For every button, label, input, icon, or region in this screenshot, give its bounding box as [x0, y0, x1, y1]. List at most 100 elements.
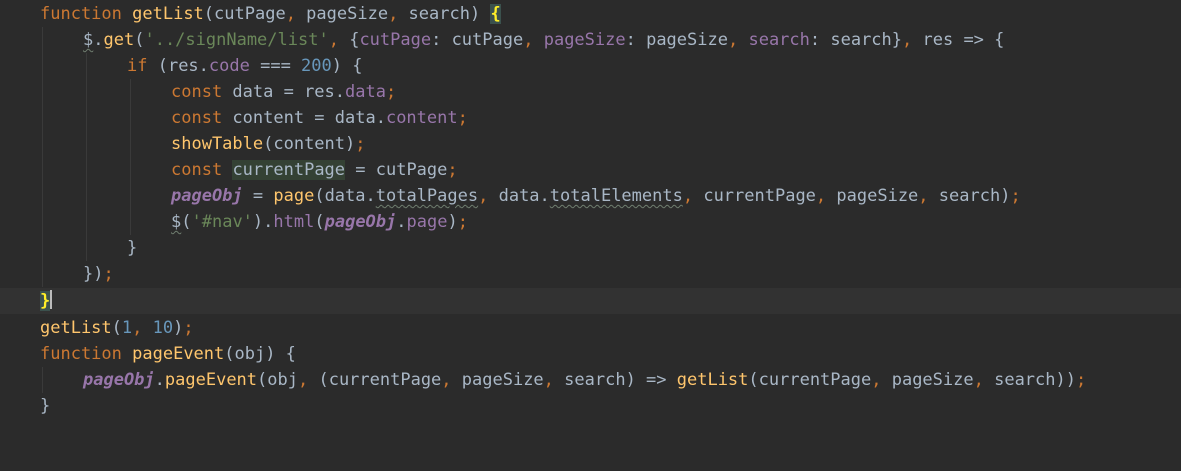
function-call: getList	[40, 318, 112, 338]
jquery-symbol: $	[171, 212, 182, 232]
code-token: content = data.	[222, 108, 386, 128]
code-token: : pageSize	[625, 30, 728, 50]
semicolon-token: ;	[457, 108, 468, 128]
comma-token: ,	[871, 370, 882, 390]
code-token: pageSize	[295, 4, 389, 24]
code-line-8[interactable]: pageObj = page(data.totalPages, data.tot…	[0, 183, 1181, 209]
object-key: search	[748, 30, 810, 50]
code-token: (cutPage	[203, 4, 286, 24]
code-line-2[interactable]: $.get('../signName/list', {cutPage: cutP…	[0, 27, 1181, 53]
code-token: .	[154, 370, 165, 390]
keyword-const: const	[171, 160, 223, 180]
code-token: data = res.	[222, 82, 346, 102]
comma-token: ,	[682, 186, 694, 206]
comma-token: ,	[902, 30, 913, 50]
comma-token: ,	[132, 318, 143, 338]
indent-guide	[86, 105, 87, 131]
comma-token: ,	[478, 186, 489, 206]
unresolved-property: totalPages	[375, 186, 479, 206]
code-token: (obj	[257, 370, 298, 390]
indent-guide	[42, 157, 43, 183]
code-token: (	[314, 212, 325, 232]
indent-guide	[86, 79, 87, 105]
comma-token: ,	[388, 4, 399, 24]
function-name: getList	[132, 4, 204, 24]
string-literal: '../signName/list'	[144, 30, 329, 50]
code-token: (	[111, 318, 122, 338]
code-token: search) =>	[553, 370, 677, 390]
indent-guide	[42, 131, 43, 157]
function-call: showTable	[171, 134, 264, 154]
comma-token: ,	[815, 186, 827, 206]
semicolon-token: ;	[183, 318, 194, 338]
comma-token: ,	[297, 370, 309, 390]
code-token: currentPage	[693, 186, 816, 206]
comma-token: ,	[973, 370, 984, 390]
highlighted-identifier: currentPage	[232, 160, 346, 180]
code-token: : search}	[809, 30, 903, 50]
code-line-15[interactable]: pageObj.pageEvent(obj, (currentPage, pag…	[0, 367, 1181, 393]
keyword-const: const	[171, 108, 223, 128]
code-line-4[interactable]: const data = res.data;	[0, 79, 1181, 105]
indent-guide	[42, 105, 43, 131]
code-line-9[interactable]: $('#nav').html(pageObj.page);	[0, 209, 1181, 235]
code-token: search)	[928, 186, 1011, 206]
code-line-14[interactable]: function pageEvent(obj) {	[0, 341, 1181, 367]
comma-token: ,	[523, 30, 534, 50]
code-line-5[interactable]: const content = data.content;	[0, 105, 1181, 131]
code-line-1[interactable]: function getList(cutPage, pageSize, sear…	[0, 1, 1181, 27]
function-call: getList	[676, 370, 749, 390]
indent-guide	[42, 79, 43, 105]
code-line-16[interactable]: }	[0, 393, 1181, 419]
comma-token: ,	[441, 370, 452, 390]
code-editor[interactable]: function getList(cutPage, pageSize, sear…	[0, 0, 1181, 430]
code-token: =	[242, 186, 274, 206]
indent-guide	[86, 183, 87, 209]
property-code: code	[208, 56, 250, 76]
code-token: : cutPage	[431, 30, 524, 50]
object-key: pageSize	[543, 30, 626, 50]
function-call: page	[273, 186, 315, 206]
closing-brace: }	[127, 238, 138, 258]
code-line-3[interactable]: if (res.code === 200) {	[0, 53, 1181, 79]
semicolon-token: ;	[447, 160, 458, 180]
global-variable: pageObj	[171, 186, 243, 206]
text-caret	[50, 290, 53, 309]
keyword-function: function	[40, 4, 122, 24]
matched-brace-close: }	[40, 291, 51, 311]
code-token: search)	[398, 4, 491, 24]
closing-brace: })	[83, 264, 104, 284]
keyword-const: const	[171, 82, 223, 102]
closing-brace: }	[40, 396, 51, 416]
code-token: (obj) {	[224, 344, 296, 364]
code-line-13[interactable]: getList(1, 10);	[0, 315, 1181, 341]
indent-guide	[130, 209, 131, 235]
code-line-7[interactable]: const currentPage = cutPage;	[0, 157, 1181, 183]
semicolon-token: ;	[355, 134, 366, 154]
indent-guide	[130, 183, 131, 209]
indent-guide	[86, 53, 87, 79]
code-token: res => {	[912, 30, 1005, 50]
comma-token: ,	[285, 4, 296, 24]
jquery-symbol: $	[83, 30, 94, 50]
indent-guide	[42, 209, 43, 235]
code-token: {	[338, 30, 360, 50]
indent-guide	[42, 183, 43, 209]
code-line-6[interactable]: showTable(content);	[0, 131, 1181, 157]
unresolved-property: totalElements	[549, 186, 683, 206]
code-line-11[interactable]: });	[0, 261, 1181, 287]
code-line-10[interactable]: }	[0, 235, 1181, 261]
comma-token: ,	[328, 30, 339, 50]
comma-token: ,	[918, 186, 929, 206]
code-token: pageSize	[451, 370, 544, 390]
number-literal: 1	[121, 318, 133, 338]
indent-guide	[42, 367, 43, 393]
code-line-12-current[interactable]: }	[0, 288, 1181, 314]
semicolon-token: ;	[1075, 370, 1087, 390]
code-token: (	[181, 212, 192, 232]
code-token: .	[396, 212, 407, 232]
global-variable: pageObj	[83, 370, 155, 390]
